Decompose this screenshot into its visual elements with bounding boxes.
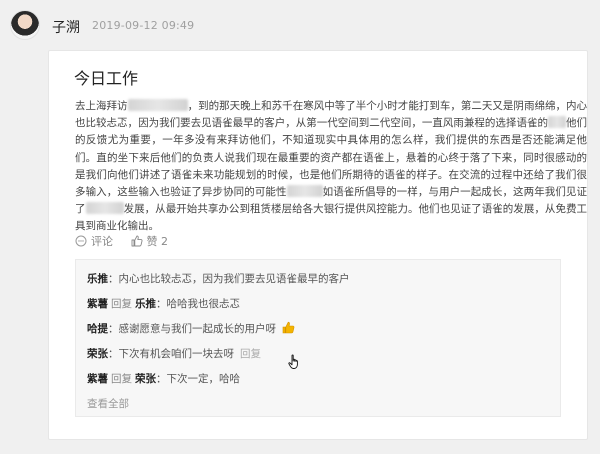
commenter-name[interactable]: 乐推 — [87, 273, 108, 285]
comment-text: 内心也比较忐忑，因为我们要去见语雀最早的客户 — [118, 273, 350, 285]
comment-item: 紫薯 回复 荣张：下次一定，哈哈 — [87, 371, 240, 386]
reply-target[interactable]: 荣张 — [135, 373, 156, 385]
hand-cursor-icon — [288, 354, 298, 369]
comment-separator: ： — [108, 323, 119, 335]
comment-item: 乐推：内心也比较忐忑，因为我们要去见语雀最早的客户 — [87, 271, 350, 286]
comment-bubble-icon — [75, 235, 87, 247]
comment-separator: ： — [156, 373, 167, 385]
comment-text: 感谢愿意与我们一起成长的用户呀 — [118, 323, 277, 335]
commenter-name[interactable]: 紫薯 — [87, 298, 108, 310]
comments-panel: 乐推：内心也比较忐忑，因为我们要去见语雀最早的客户 紫薯 回复 乐推：哈哈我也很忐忑… — [75, 259, 561, 417]
card-title: 今日工作 — [74, 69, 139, 88]
comment-text: 下次有机会咱们一块去呀 — [118, 348, 235, 360]
redacted-text — [127, 99, 188, 111]
commenter-name[interactable]: 紫薯 — [87, 373, 108, 385]
author-name[interactable]: 子溯 — [52, 17, 80, 37]
thumbs-up-emoji-icon — [283, 321, 295, 334]
comment-separator: ： — [108, 348, 119, 360]
comment-label: 评论 — [91, 235, 113, 248]
post-card: 今日工作 去上海拜访 ，到的那天晚上和苏千在寒风中等了半个小时才能打到车，第二天又… — [48, 50, 588, 440]
reply-word: 回复 — [111, 298, 132, 310]
commenter-name[interactable]: 哈提 — [87, 323, 108, 335]
post-timestamp: 2019-09-12 09:49 — [92, 19, 195, 32]
post-actions: 评论 赞 2 — [75, 233, 182, 251]
comment-item: 哈提：感谢愿意与我们一起成长的用户呀 — [87, 321, 295, 336]
comment-item: 紫薯 回复 乐推：哈哈我也很忐忑 — [87, 296, 240, 311]
comment-separator: ： — [108, 273, 119, 285]
comment-text: 哈哈我也很忐忑 — [166, 298, 241, 310]
view-all-link[interactable]: 查看全部 — [87, 396, 129, 411]
redacted-text — [547, 116, 566, 129]
comment-item: 荣张：下次有机会咱们一块去呀 回复 — [87, 346, 261, 361]
reply-link[interactable]: 回复 — [240, 348, 261, 360]
redacted-text — [85, 202, 124, 215]
body-text-5: 发展，从最开始共享办公到租赁楼层给各大银行提供风控能力。他们也见证了语雀的发展，… — [75, 203, 588, 233]
card-body: 去上海拜访 ，到的那天晚上和苏千在寒风中等了半个小时才能打到车，第二天又是阴雨绵绵… — [75, 98, 587, 236]
comment-button[interactable]: 评论 — [75, 233, 113, 249]
body-text-1: 去上海拜访 — [75, 100, 128, 112]
comment-separator: ： — [156, 298, 167, 310]
reply-word: 回复 — [111, 373, 132, 385]
like-label: 赞 2 — [146, 235, 169, 248]
post-header: 子溯 2019-09-12 09:49 — [10, 10, 590, 42]
redacted-text — [286, 185, 323, 198]
avatar[interactable] — [10, 10, 40, 40]
thumbs-up-icon — [131, 235, 142, 247]
commenter-name[interactable]: 荣张 — [87, 348, 108, 360]
reply-target[interactable]: 乐推 — [135, 298, 156, 310]
like-button[interactable]: 赞 2 — [131, 233, 169, 249]
comment-text: 下次一定，哈哈 — [166, 373, 241, 385]
